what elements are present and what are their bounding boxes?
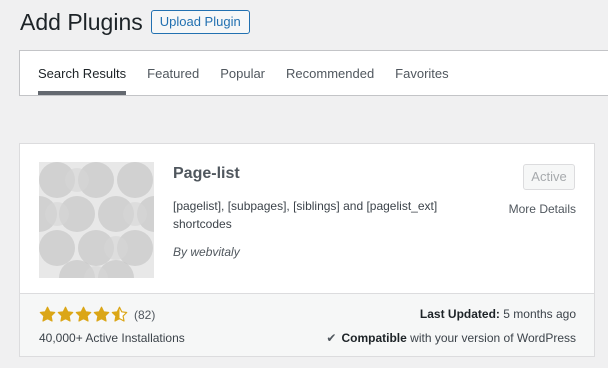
- tab-favorites[interactable]: Favorites: [395, 51, 448, 95]
- star-filled-icon: [93, 306, 110, 322]
- plugin-banner-circles-icon: [39, 162, 154, 278]
- stars: [39, 306, 129, 323]
- compat-text: with your version of WordPress: [410, 331, 576, 345]
- star-filled-icon: [75, 306, 92, 322]
- plugin-description: [pagelist], [subpages], [siblings] and […: [173, 199, 438, 231]
- author-link[interactable]: webvitaly: [190, 245, 239, 259]
- page-header: Add Plugins Upload Plugin: [20, 8, 250, 36]
- star-rating: (82): [39, 306, 155, 323]
- num-ratings[interactable]: (82): [134, 308, 155, 322]
- plugin-author: By webvitaly: [173, 245, 240, 259]
- star-filled-icon: [39, 306, 56, 322]
- plugin-card-top: Page-list [pagelist], [subpages], [sibli…: [20, 144, 594, 293]
- checkmark-icon: ✔: [326, 331, 337, 345]
- star-half-icon: [111, 306, 128, 322]
- last-updated-value: 5 months ago: [503, 307, 576, 321]
- tab-popular[interactable]: Popular: [220, 51, 265, 95]
- compatibility: ✔ Compatible with your version of WordPr…: [326, 331, 576, 345]
- upload-plugin-button[interactable]: Upload Plugin: [150, 10, 250, 34]
- plugin-icon[interactable]: [39, 162, 154, 278]
- author-prefix: By: [173, 245, 188, 259]
- plugin-card-bottom: (82) 40,000+ Active Installations Last U…: [20, 293, 594, 356]
- compat-strong: Compatible: [341, 331, 407, 345]
- last-updated: Last Updated: 5 months ago: [420, 307, 576, 321]
- active-button: Active: [523, 164, 575, 190]
- tab-recommended[interactable]: Recommended: [286, 51, 374, 95]
- star-filled-icon: [57, 306, 74, 322]
- tab-featured[interactable]: Featured: [147, 51, 199, 95]
- more-details-link[interactable]: More Details: [509, 202, 576, 216]
- plugin-card: Page-list [pagelist], [subpages], [sibli…: [19, 143, 595, 357]
- active-installs: 40,000+ Active Installations: [39, 331, 185, 345]
- plugin-filter-bar: Search Results Featured Popular Recommen…: [19, 50, 608, 96]
- tab-search-results[interactable]: Search Results: [38, 51, 127, 95]
- plugin-name-link[interactable]: Page-list: [173, 165, 240, 183]
- page-title: Add Plugins: [20, 9, 143, 35]
- last-updated-label: Last Updated:: [419, 307, 500, 321]
